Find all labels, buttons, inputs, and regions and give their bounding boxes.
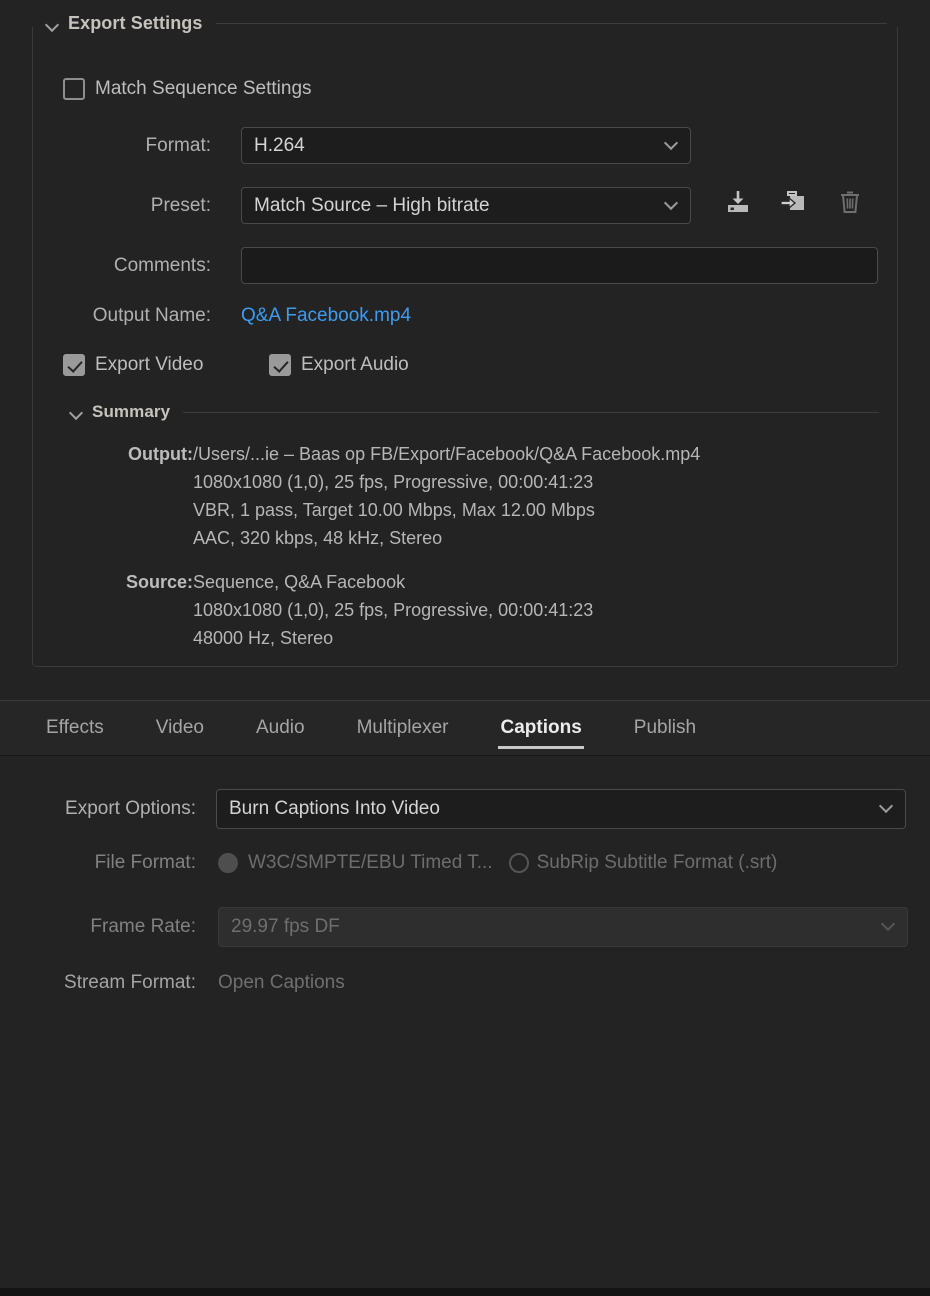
chevron-down-icon — [881, 801, 892, 812]
stream-format-label: Stream Format: — [64, 972, 196, 993]
delete-preset-icon — [835, 187, 865, 217]
preset-row: Preset: Match Source – High bitrate — [33, 187, 701, 224]
save-preset-icon[interactable] — [723, 187, 753, 217]
comments-input[interactable] — [241, 247, 878, 284]
summary-output-line: VBR, 1 pass, Target 10.00 Mbps, Max 12.0… — [193, 500, 595, 520]
export-audio-checkbox[interactable] — [269, 354, 291, 376]
tab-label: Captions — [500, 717, 582, 738]
match-sequence-settings-label: Match Sequence Settings — [95, 78, 312, 99]
file-format-radio-w3c — [218, 853, 238, 873]
export-audio-checkbox-row[interactable]: Export Audio — [269, 354, 409, 376]
format-label: Format: — [145, 134, 211, 156]
preset-value: Match Source – High bitrate — [254, 194, 490, 216]
export-video-checkbox[interactable] — [63, 354, 85, 376]
export-settings-header[interactable]: Export Settings — [45, 13, 887, 34]
tab-effects[interactable]: Effects — [20, 701, 130, 755]
summary-source-line: Sequence, Q&A Facebook — [193, 572, 406, 592]
match-sequence-settings-checkbox-row[interactable]: Match Sequence Settings — [63, 78, 312, 100]
output-name-row: Output Name: Q&A Facebook.mp4 — [33, 305, 701, 327]
chevron-down-icon[interactable] — [69, 405, 83, 419]
summary-header[interactable]: Summary — [69, 402, 879, 422]
frame-rate-row: Frame Rate: 29.97 fps DF — [0, 907, 910, 947]
tab-captions[interactable]: Captions — [474, 701, 607, 755]
summary-output-line: /Users/...ie – Baas op FB/Export/Faceboo… — [193, 444, 701, 464]
export-options-row: Export Options: Burn Captions Into Video — [0, 789, 910, 829]
export-options-dropdown[interactable]: Burn Captions Into Video — [216, 789, 906, 829]
chevron-down-icon[interactable] — [45, 17, 59, 31]
export-video-checkbox-row[interactable]: Export Video — [63, 354, 203, 376]
file-format-option-srt: SubRip Subtitle Format (.srt) — [508, 852, 778, 874]
summary-source-key: Source: — [125, 572, 193, 592]
tab-publish[interactable]: Publish — [608, 701, 722, 755]
summary-source-values: Sequence, Q&A Facebook 1080x1080 (1,0), … — [193, 568, 593, 652]
frame-rate-label: Frame Rate: — [90, 916, 196, 937]
export-options-value: Burn Captions Into Video — [229, 798, 440, 819]
tab-multiplexer[interactable]: Multiplexer — [331, 701, 475, 755]
output-name-link[interactable]: Q&A Facebook.mp4 — [241, 305, 411, 327]
chevron-down-icon — [666, 198, 677, 209]
summary-output-line: AAC, 320 kbps, 48 kHz, Stereo — [193, 528, 443, 548]
summary-output-line: 1080x1080 (1,0), 25 fps, Progressive, 00… — [193, 472, 594, 492]
tab-label: Audio — [256, 717, 305, 738]
captions-pane: Export Options: Burn Captions Into Video… — [0, 757, 930, 1287]
summary-source-block: Source: Sequence, Q&A Facebook 1080x1080… — [85, 568, 593, 652]
format-row: Format: H.264 — [33, 127, 701, 164]
summary-source-line: 48000 Hz, Stereo — [193, 628, 334, 648]
format-value: H.264 — [254, 134, 305, 156]
file-format-radio-srt — [508, 853, 529, 873]
file-format-option-w3c: W3C/SMPTE/EBU Timed T... — [218, 852, 493, 874]
output-name-label: Output Name: — [92, 305, 211, 326]
comments-row: Comments: — [33, 247, 888, 284]
summary-source-line: 1080x1080 (1,0), 25 fps, Progressive, 00… — [193, 600, 594, 620]
tab-bar: Effects Video Audio Multiplexer Captions… — [0, 700, 930, 756]
bottom-strip — [0, 1288, 930, 1296]
stream-format-row: Stream Format: Open Captions — [0, 972, 910, 994]
preset-dropdown[interactable]: Match Source – High bitrate — [241, 187, 691, 224]
page-title: Export Settings — [68, 13, 203, 33]
import-preset-icon[interactable] — [779, 187, 809, 217]
tab-audio[interactable]: Audio — [230, 701, 331, 755]
preset-actions — [723, 187, 865, 217]
chevron-down-icon — [883, 919, 894, 930]
tab-label: Multiplexer — [356, 717, 449, 738]
stream-format-value: Open Captions — [218, 972, 345, 993]
file-format-label-w3c: W3C/SMPTE/EBU Timed T... — [248, 852, 493, 873]
export-audio-label: Export Audio — [301, 354, 409, 375]
export-settings-panel: Export Settings Match Sequence Settings … — [32, 13, 898, 667]
tab-label: Effects — [46, 717, 104, 738]
format-dropdown[interactable]: H.264 — [241, 127, 691, 164]
comments-label: Comments: — [113, 254, 211, 276]
preset-label: Preset: — [150, 194, 211, 216]
tab-video[interactable]: Video — [130, 701, 230, 755]
export-options-label: Export Options: — [65, 798, 196, 819]
match-sequence-settings-checkbox[interactable] — [63, 78, 85, 100]
file-format-row: File Format: W3C/SMPTE/EBU Timed T... Su… — [0, 852, 910, 874]
summary-output-values: /Users/...ie – Baas op FB/Export/Faceboo… — [193, 440, 700, 552]
summary-title: Summary — [92, 402, 171, 421]
tab-label: Publish — [633, 717, 697, 738]
summary-divider — [183, 411, 879, 413]
export-video-label: Export Video — [95, 354, 204, 375]
frame-rate-value: 29.97 fps DF — [231, 916, 340, 937]
summary-output-block: Output: /Users/...ie – Baas op FB/Export… — [85, 440, 700, 552]
file-format-label: File Format: — [94, 852, 196, 873]
summary-output-key: Output: — [128, 444, 193, 464]
tab-label: Video — [155, 717, 204, 738]
frame-rate-dropdown: 29.97 fps DF — [218, 907, 908, 947]
file-format-label-srt: SubRip Subtitle Format (.srt) — [536, 852, 778, 873]
chevron-down-icon — [666, 138, 677, 149]
header-divider — [215, 23, 887, 24]
